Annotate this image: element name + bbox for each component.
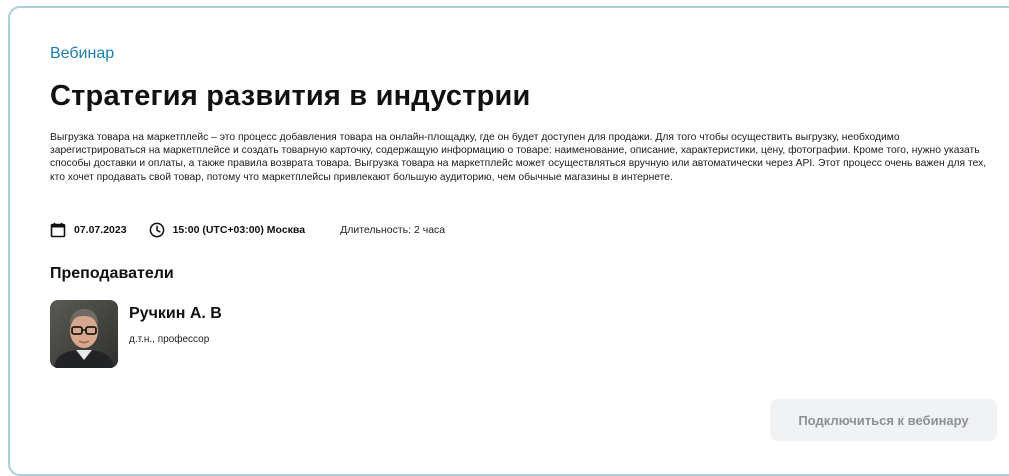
teachers-section-title: Преподаватели: [50, 265, 174, 282]
event-description: Выгрузка товара на маркетплейс – это про…: [50, 132, 987, 183]
event-meta: 07.07.2023 15:00 (UTC+03:00) Москва Длит…: [50, 220, 445, 240]
avatar: [50, 300, 118, 368]
event-duration: Длительность: 2 часа: [340, 224, 446, 236]
calendar-icon: [50, 222, 66, 238]
clock-icon: [149, 222, 165, 238]
webinar-card: Вебинар Стратегия развития в индустрии В…: [8, 6, 1009, 476]
event-date: 07.07.2023: [74, 224, 127, 236]
join-webinar-button[interactable]: Подключиться к вебинару: [770, 399, 997, 441]
page-title: Стратегия развития в индустрии: [50, 80, 531, 112]
teacher-info: Ручкин А. В д.т.н., профессор: [129, 300, 222, 368]
teacher-name: Ручкин А. В: [129, 305, 222, 322]
teacher-item: Ручкин А. В д.т.н., профессор: [50, 300, 222, 368]
event-time: 15:00 (UTC+03:00) Москва: [172, 224, 306, 236]
event-type-label: Вебинар: [50, 45, 115, 62]
teacher-degree: д.т.н., профессор: [129, 334, 210, 345]
